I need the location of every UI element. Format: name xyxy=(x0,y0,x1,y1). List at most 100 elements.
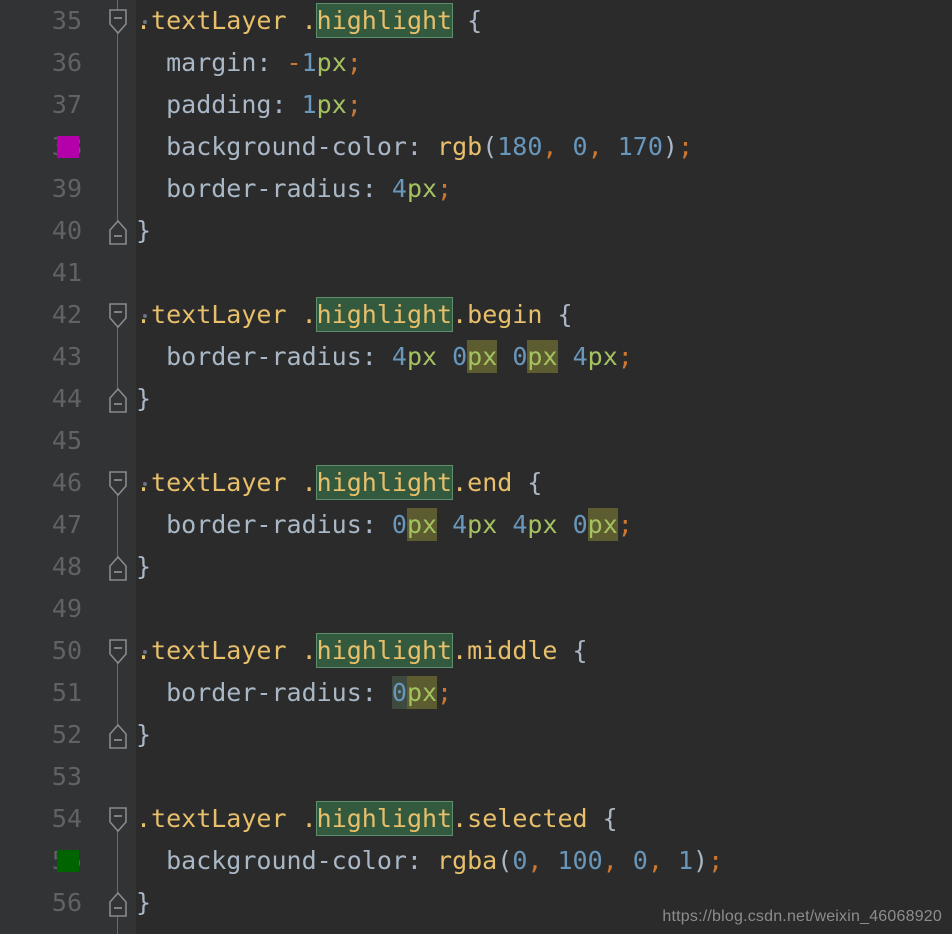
code-token: . xyxy=(301,804,317,833)
code-token: ( xyxy=(497,846,513,875)
code-token: 180 xyxy=(497,132,543,161)
code-line[interactable]: 50 .textLayer .highlight.middle { xyxy=(0,630,952,672)
line-number: 47 xyxy=(51,510,82,539)
code-token: , xyxy=(587,132,603,161)
line-content[interactable]: margin: -1px; xyxy=(136,42,362,84)
code-line[interactable]: 48} xyxy=(0,546,952,588)
line-content[interactable]: } xyxy=(136,714,151,756)
fold-end-icon[interactable] xyxy=(106,385,130,413)
code-token: ) xyxy=(662,132,678,161)
code-line[interactable]: 44} xyxy=(0,378,952,420)
code-token: } xyxy=(136,552,152,581)
code-line[interactable]: 35 .textLayer .highlight { xyxy=(0,0,952,42)
code-token: 4 xyxy=(391,342,407,371)
code-line[interactable]: 45 xyxy=(0,420,952,462)
code-line[interactable]: 54 .textLayer .highlight.selected { xyxy=(0,798,952,840)
code-token: ; xyxy=(708,846,724,875)
line-content[interactable]: border-radius: 0px 4px 4px 0px; xyxy=(136,504,633,546)
line-content[interactable]: .textLayer .highlight.end { xyxy=(136,462,542,504)
fold-collapse-icon[interactable] xyxy=(106,301,130,329)
code-line[interactable]: 51 border-radius: 0px; xyxy=(0,672,952,714)
code-line[interactable]: 43 border-radius: 4px 0px 0px 4px; xyxy=(0,336,952,378)
line-number: 42 xyxy=(51,300,82,329)
code-token: ; xyxy=(617,342,633,371)
fold-end-icon[interactable] xyxy=(106,217,130,245)
line-content[interactable]: .textLayer .highlight.middle { xyxy=(136,630,588,672)
line-number: 50 xyxy=(51,636,82,665)
code-token: ; xyxy=(346,48,362,77)
code-token: px xyxy=(587,342,618,371)
code-token: , xyxy=(647,846,663,875)
fold-collapse-icon[interactable] xyxy=(106,637,130,665)
code-line[interactable]: 42 .textLayer .highlight.begin { xyxy=(0,294,952,336)
fold-end-icon[interactable] xyxy=(106,553,130,581)
highlighted-token: px xyxy=(587,508,618,541)
code-token: } xyxy=(136,888,152,917)
fold-collapse-icon[interactable] xyxy=(106,805,130,833)
fold-collapse-icon[interactable] xyxy=(106,7,130,35)
code-token: padding: xyxy=(136,90,302,119)
line-content[interactable]: } xyxy=(136,378,151,420)
code-token: . xyxy=(301,300,317,329)
line-content[interactable]: .textLayer .highlight { xyxy=(136,0,482,42)
code-token: .textLayer xyxy=(136,300,302,329)
code-line[interactable]: 41 xyxy=(0,252,952,294)
code-line[interactable]: 40} xyxy=(0,210,952,252)
code-token: 4 xyxy=(572,342,588,371)
code-line[interactable]: 37 padding: 1px; xyxy=(0,84,952,126)
code-token: 0 xyxy=(572,510,588,539)
highlighted-token: px xyxy=(467,340,498,373)
line-content[interactable]: .textLayer .highlight.begin { xyxy=(136,294,573,336)
line-content[interactable]: border-radius: 4px 0px 0px 4px; xyxy=(136,336,633,378)
code-token: px xyxy=(467,510,498,539)
line-content[interactable]: border-radius: 0px; xyxy=(136,672,452,714)
line-number: 52 xyxy=(51,720,82,749)
code-token: px xyxy=(527,510,558,539)
fold-end-icon[interactable] xyxy=(106,889,130,917)
line-content[interactable]: padding: 1px; xyxy=(136,84,362,126)
line-content[interactable]: } xyxy=(136,546,151,588)
code-token: ( xyxy=(482,132,498,161)
code-token: 0 xyxy=(391,510,407,539)
line-content[interactable]: .textLayer .highlight.selected { xyxy=(136,798,618,840)
fold-collapse-icon[interactable] xyxy=(106,469,130,497)
color-swatch-gutter-icon[interactable] xyxy=(57,136,79,158)
line-number: 56 xyxy=(51,888,82,917)
line-content[interactable]: } xyxy=(136,882,151,924)
code-line[interactable]: 49 xyxy=(0,588,952,630)
line-content[interactable]: border-radius: 4px; xyxy=(136,168,452,210)
code-line[interactable]: 38 background-color: rgb(180, 0, 170); xyxy=(0,126,952,168)
code-line[interactable]: 46 .textLayer .highlight.end { xyxy=(0,462,952,504)
code-line[interactable]: 52} xyxy=(0,714,952,756)
line-content[interactable]: background-color: rgba(0, 100, 0, 1); xyxy=(136,840,723,882)
code-token: rgb xyxy=(437,132,483,161)
line-number: 36 xyxy=(51,48,82,77)
code-token: { xyxy=(527,468,543,497)
code-line[interactable]: 55 background-color: rgba(0, 100, 0, 1); xyxy=(0,840,952,882)
line-content[interactable]: background-color: rgb(180, 0, 170); xyxy=(136,126,693,168)
code-token: 1 xyxy=(677,846,694,875)
code-line[interactable]: 47 border-radius: 0px 4px 4px 0px; xyxy=(0,504,952,546)
line-content[interactable]: } xyxy=(136,210,151,252)
code-token: .begin xyxy=(452,300,558,329)
code-token: px xyxy=(406,342,438,371)
code-token: ; xyxy=(437,678,453,707)
code-token: border-radius: xyxy=(136,174,392,203)
code-token: { xyxy=(467,6,483,35)
code-line[interactable]: 39 border-radius: 4px; xyxy=(0,168,952,210)
code-token: - xyxy=(286,48,302,77)
code-token: ; xyxy=(617,510,633,539)
code-editor[interactable]: 35 .textLayer .highlight {36 margin: -1px… xyxy=(0,0,952,934)
code-line[interactable]: 53 xyxy=(0,756,952,798)
code-token: . xyxy=(301,636,317,665)
code-token: 0 xyxy=(512,342,528,371)
color-swatch-gutter-icon[interactable] xyxy=(57,850,79,872)
code-token: border-radius: xyxy=(136,342,392,371)
fold-end-icon[interactable] xyxy=(106,721,130,749)
code-token: 170 xyxy=(617,132,663,161)
code-line[interactable]: 36 margin: -1px; xyxy=(0,42,952,84)
